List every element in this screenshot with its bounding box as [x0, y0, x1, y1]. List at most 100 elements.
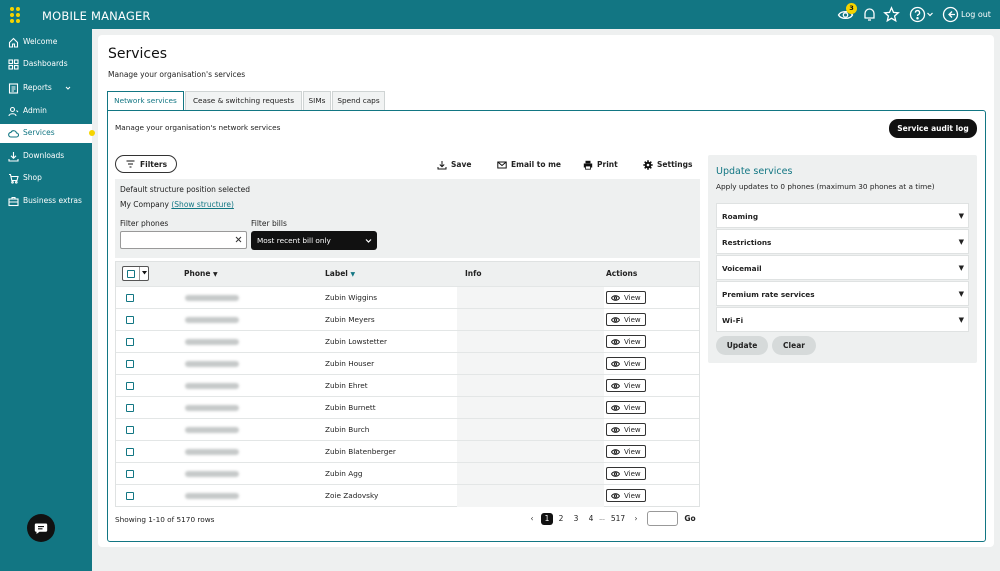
logout-icon[interactable] [942, 6, 959, 23]
sidebar-item-reports[interactable]: Reports [0, 79, 92, 98]
clear-x-icon[interactable] [235, 236, 242, 243]
accordion-roaming[interactable]: Roaming ▼ [716, 203, 969, 228]
row-checkbox[interactable] [126, 338, 134, 346]
update-services-title: Update services [716, 166, 793, 177]
filters-button[interactable]: Filters [115, 155, 177, 173]
grid-icon [8, 59, 19, 70]
view-button[interactable]: View [606, 467, 646, 480]
caret-down-icon [142, 271, 147, 275]
tab-cease-switching-requests[interactable]: Cease & switching requests [185, 91, 302, 110]
panel-description: Manage your organisation's network servi… [115, 123, 281, 132]
next-page-button[interactable]: › [632, 513, 640, 525]
redacted-phone-number [185, 471, 239, 477]
eye-icon [611, 470, 620, 478]
clear-button[interactable]: Clear [772, 336, 816, 355]
chat-button[interactable] [27, 514, 55, 542]
redacted-phone-number [185, 427, 239, 433]
view-button[interactable]: View [606, 357, 646, 370]
row-label: Zubin Wiggins [325, 293, 378, 302]
help-chevron-down-icon[interactable] [926, 10, 934, 18]
redacted-phone-number [185, 361, 239, 367]
tab-sims[interactable]: SIMs [303, 91, 331, 110]
app-title: MOBILE MANAGER [42, 9, 151, 23]
go-button[interactable]: Go [683, 513, 697, 525]
row-checkbox[interactable] [126, 294, 134, 302]
row-checkbox[interactable] [126, 360, 134, 368]
eye-icon [611, 404, 620, 412]
select-all-dropdown[interactable] [122, 266, 149, 281]
cloud-icon [8, 128, 19, 139]
page-2-button[interactable]: 2 [556, 513, 566, 525]
view-button[interactable]: View [606, 313, 646, 326]
sidebar-item-dashboards[interactable]: Dashboards [0, 55, 92, 74]
column-header-phone[interactable]: Phone ▼ [184, 269, 218, 278]
save-icon [437, 160, 447, 170]
row-label: Zoie Zadovsky [325, 491, 379, 500]
page-4-button[interactable]: 4 [586, 513, 596, 525]
accordion-premium-rate-services[interactable]: Premium rate services ▼ [716, 281, 969, 306]
row-label: Zubin Agg [325, 469, 363, 478]
tab-network-services[interactable]: Network services [107, 91, 184, 111]
row-checkbox[interactable] [126, 382, 134, 390]
accordion-wi-fi[interactable]: Wi-Fi ▼ [716, 307, 969, 332]
prev-page-button[interactable]: ‹ [528, 513, 536, 525]
sidebar-item-business-extras[interactable]: Business extras [0, 192, 92, 211]
sidebar-item-downloads[interactable]: Downloads [0, 147, 92, 166]
tab-spend-caps[interactable]: Spend caps [332, 91, 385, 110]
accordion-voicemail[interactable]: Voicemail ▼ [716, 255, 969, 280]
view-button[interactable]: View [606, 489, 646, 502]
redacted-phone-number [185, 317, 239, 323]
filter-area: Default structure position selected My C… [115, 179, 700, 258]
sidebar: Welcome Dashboards Reports Admin Service… [0, 29, 95, 571]
row-checkbox[interactable] [126, 492, 134, 500]
show-structure-link[interactable]: (Show structure) [171, 200, 234, 209]
view-button[interactable]: View [606, 379, 646, 392]
chat-icon [34, 523, 48, 534]
go-to-page-input[interactable] [647, 511, 678, 526]
row-checkbox[interactable] [126, 448, 134, 456]
view-button[interactable]: View [606, 291, 646, 304]
page-last-button[interactable]: 517 [609, 513, 627, 525]
column-header-label[interactable]: Label ▼ [325, 269, 355, 278]
caret-down-icon: ▼ [958, 212, 964, 220]
filter-phones-input[interactable] [120, 231, 247, 249]
accordion-restrictions[interactable]: Restrictions ▼ [716, 229, 969, 254]
row-label: Zubin Burnett [325, 403, 376, 412]
notification-count-badge: 3 [846, 3, 857, 14]
eye-icon [611, 492, 620, 500]
sidebar-item-services[interactable]: Services [0, 124, 95, 143]
service-audit-log-button[interactable]: Service audit log [889, 119, 977, 138]
bell-icon[interactable] [861, 6, 878, 23]
row-checkbox[interactable] [126, 470, 134, 478]
sidebar-item-shop[interactable]: Shop [0, 169, 92, 188]
phones-table: Phone ▼ Label ▼ Info Actions Zubin Wiggi… [115, 261, 700, 507]
filter-bills-select[interactable]: Most recent bill only [251, 231, 377, 250]
row-checkbox[interactable] [126, 404, 134, 412]
row-checkbox[interactable] [126, 426, 134, 434]
pagination-summary: Showing 1-10 of 5170 rows [115, 515, 215, 524]
star-icon[interactable] [883, 6, 900, 23]
page-3-button[interactable]: 3 [571, 513, 581, 525]
printer-icon [583, 160, 593, 170]
table-header: Phone ▼ Label ▼ Info Actions [116, 262, 699, 286]
view-button[interactable]: View [606, 445, 646, 458]
view-button[interactable]: View [606, 423, 646, 436]
sidebar-item-label: Dashboards [23, 59, 68, 68]
column-header-info: Info [465, 269, 482, 278]
sidebar-item-admin[interactable]: Admin [0, 102, 92, 121]
logout-button[interactable]: Log out [961, 10, 991, 19]
view-button[interactable]: View [606, 401, 646, 414]
row-info [457, 287, 604, 309]
update-button[interactable]: Update [716, 336, 768, 355]
help-icon[interactable] [909, 6, 926, 23]
sidebar-item-label: Business extras [23, 196, 82, 205]
table-row: Zubin Meyers View [116, 308, 699, 331]
chevron-down-icon [65, 85, 71, 91]
select-all-checkbox[interactable] [127, 270, 135, 278]
view-button[interactable]: View [606, 335, 646, 348]
page-1-button[interactable]: 1 [541, 513, 553, 525]
sidebar-item-welcome[interactable]: Welcome [0, 33, 92, 52]
sort-caret-icon: ▼ [213, 271, 218, 278]
row-checkbox[interactable] [126, 316, 134, 324]
table-row: Zubin Wiggins View [116, 286, 699, 309]
